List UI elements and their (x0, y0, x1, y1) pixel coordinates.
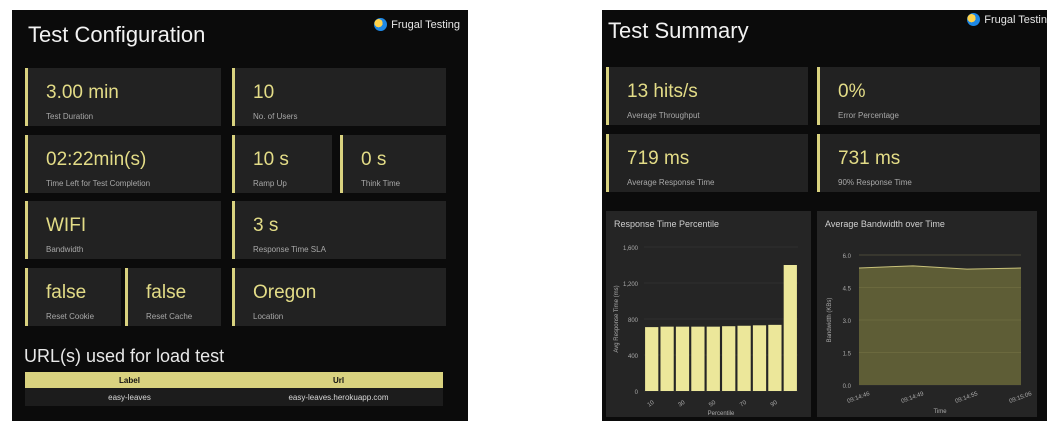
y-tick-label: 1,200 (623, 282, 639, 288)
reset-cache-value: false (146, 282, 187, 303)
users-label: No. of Users (253, 112, 298, 121)
reset-cookie-value: false (46, 282, 87, 303)
response-sla-value: 3 s (253, 215, 279, 236)
y-tick-label: 0 (635, 390, 639, 396)
bar (768, 324, 782, 391)
error-percentage-value: 0% (838, 81, 866, 102)
response-time-percentile-chart: Response Time Percentile 0 400 800 1,200 1,6… (606, 211, 811, 417)
url-row-label: easy-leaves (25, 388, 234, 406)
card-bandwidth: WIFI Bandwidth (25, 201, 221, 259)
page-title: Test Configuration (28, 22, 206, 47)
test-configuration-panel: Test Configuration Frugal Testing 3.00 m… (12, 10, 468, 421)
url-table-header-label: Label (25, 372, 234, 388)
bar (691, 326, 705, 391)
card-reset-cookie: false Reset Cookie (25, 268, 121, 326)
test-duration-value: 3.00 min (46, 82, 119, 103)
p90-response-time-value: 731 ms (838, 148, 901, 169)
y-tick-label: 0.0 (843, 384, 852, 390)
time-left-label: Time Left for Test Completion (46, 179, 151, 188)
location-value: Oregon (253, 282, 317, 303)
card-time-left: 02:22min(s) Time Left for Test Completio… (25, 135, 221, 193)
urls-heading: URL(s) used for load test (24, 346, 225, 366)
bandwidth-value: WIFI (46, 215, 87, 236)
reset-cookie-label: Reset Cookie (46, 312, 95, 321)
card-test-duration: 3.00 min Test Duration (25, 68, 221, 126)
url-table: Label Url easy-leaves easy-leaves.heroku… (25, 372, 443, 406)
bar (752, 325, 767, 391)
frugal-testing-logo-icon (967, 13, 981, 26)
card-response-sla: 3 s Response Time SLA (232, 201, 446, 259)
ramp-up-label: Ramp Up (253, 179, 287, 188)
bandwidth-chart-svg: 0.0 1.5 3.0 4.5 6.0 09:14:46 09:14:49 09:14:55 0… (827, 254, 1034, 415)
throughput-label: Average Throughput (627, 111, 700, 120)
x-tick-label: 09:14:49 (901, 391, 926, 405)
x-tick-label: 90 (770, 399, 779, 408)
x-tick-label: 70 (739, 399, 748, 408)
y-tick-label: 400 (628, 354, 639, 360)
card-reset-cache: false Reset Cache (125, 268, 221, 326)
bar (783, 265, 797, 391)
bar (722, 326, 736, 391)
card-90-response-time: 731 ms 90% Response Time (817, 134, 1040, 192)
x-tick-label: 10 (647, 399, 656, 408)
response-time-chart-svg: 0 400 800 1,200 1,600 10 30 50 70 90 Percentile Avg… (614, 246, 798, 417)
test-duration-label: Test Duration (46, 112, 94, 121)
x-tick-label: 09:15:06 (1009, 391, 1034, 405)
bar (737, 325, 751, 391)
reset-cache-label: Reset Cache (146, 312, 193, 321)
url-row-link[interactable]: easy-leaves.herokuapp.com (234, 388, 443, 406)
url-table-header-url: Url (234, 372, 443, 388)
x-tick-label: 30 (677, 399, 686, 408)
bandwidth-over-time-chart: Average Bandwidth over Time 0.0 1.5 3.0 4.5… (817, 211, 1037, 417)
brand-logo-summary: Frugal Testin (967, 13, 1047, 26)
x-axis-label: Percentile (708, 411, 735, 417)
card-throughput: 13 hits/s Average Throughput (606, 67, 808, 125)
bar (645, 327, 659, 391)
p90-response-time-label: 90% Response Time (838, 178, 912, 187)
y-tick-label: 3.0 (843, 319, 852, 325)
bar (706, 326, 720, 391)
think-time-label: Think Time (361, 179, 401, 188)
brand-name-summary: Frugal Testin (984, 13, 1047, 26)
average-response-time-value: 719 ms (627, 148, 690, 169)
y-tick-label: 1,600 (623, 246, 639, 252)
url-table-header: Label Url (25, 372, 443, 388)
card-users: 10 No. of Users (232, 68, 446, 126)
average-response-time-label: Average Response Time (627, 178, 715, 187)
x-tick-label: 50 (708, 399, 717, 408)
location-label: Location (253, 312, 284, 321)
card-location: Oregon Location (232, 268, 446, 326)
table-row: easy-leaves easy-leaves.herokuapp.com (25, 388, 443, 406)
users-value: 10 (253, 82, 275, 103)
test-summary-panel: Test Summary Frugal Testin 13 hits/s Ave… (602, 10, 1047, 421)
y-tick-label: 1.5 (843, 352, 852, 358)
y-tick-label: 800 (628, 318, 639, 324)
bandwidth-label: Bandwidth (46, 245, 84, 254)
brand-name: Frugal Testing (391, 18, 460, 31)
y-tick-label: 4.5 (843, 287, 852, 293)
y-axis-label: Bandwidth (KBs) (827, 298, 833, 343)
response-sla-label: Response Time SLA (253, 245, 326, 254)
x-tick-label: 09:14:55 (955, 391, 980, 405)
y-axis-label: Avg Response Time (ms) (614, 285, 620, 352)
card-ramp-up: 10 s Ramp Up (232, 135, 332, 193)
bar (660, 326, 674, 391)
time-left-value: 02:22min(s) (46, 149, 147, 170)
y-tick-label: 6.0 (843, 254, 852, 260)
summary-title: Test Summary (608, 18, 749, 43)
x-tick-label: 09:14:46 (847, 391, 872, 405)
card-think-time: 0 s Think Time (340, 135, 446, 193)
throughput-value: 13 hits/s (627, 81, 698, 102)
card-average-response-time: 719 ms Average Response Time (606, 134, 808, 192)
brand-logo: Frugal Testing (374, 18, 460, 31)
think-time-value: 0 s (361, 149, 387, 170)
ramp-up-value: 10 s (253, 149, 289, 170)
x-axis-label: Time (933, 409, 947, 415)
bar (675, 326, 690, 391)
error-percentage-label: Error Percentage (838, 111, 899, 120)
card-error-percentage: 0% Error Percentage (817, 67, 1040, 125)
frugal-testing-logo-icon (374, 18, 388, 31)
bandwidth-area (859, 265, 1021, 385)
